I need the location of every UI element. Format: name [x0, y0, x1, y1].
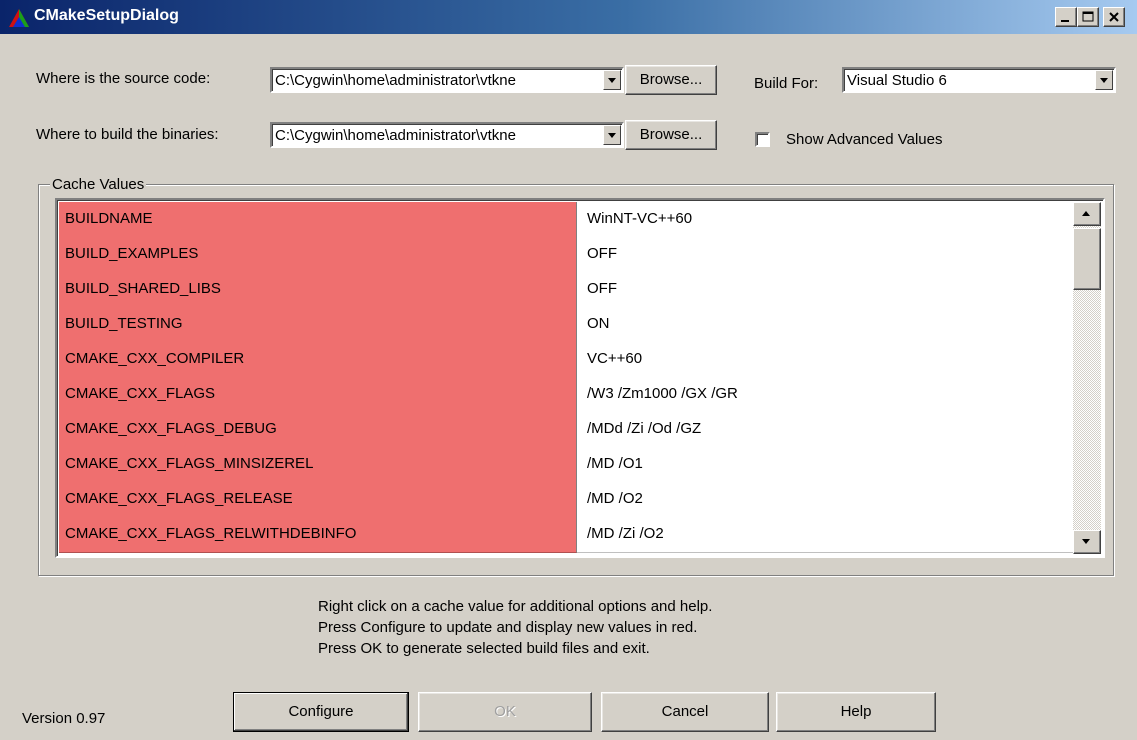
cache-value[interactable]: /MD /O2: [577, 482, 1073, 518]
cache-key: CMAKE_CXX_FLAGS_DEBUG: [59, 412, 577, 448]
minimize-button[interactable]: [1055, 7, 1077, 27]
show-advanced-label: Show Advanced Values: [786, 131, 943, 148]
cache-value[interactable]: OFF: [577, 237, 1073, 273]
cache-row[interactable]: CMAKE_CXX_FLAGS /W3 /Zm1000 /GX /GR: [59, 377, 1073, 413]
cache-value[interactable]: VC++60: [577, 342, 1073, 378]
chevron-down-icon: [1100, 78, 1108, 83]
version-label: Version 0.97: [22, 710, 106, 727]
close-icon: [1109, 12, 1119, 22]
scroll-up-button[interactable]: [1073, 202, 1101, 226]
binaries-label: Where to build the binaries:: [36, 126, 219, 143]
chevron-up-icon: [1082, 211, 1090, 216]
cache-value[interactable]: OFF: [577, 272, 1073, 308]
cache-row[interactable]: CMAKE_CXX_FLAGS_RELEASE /MD /O2: [59, 482, 1073, 518]
source-dropdown-button[interactable]: [603, 70, 621, 90]
source-path-combo[interactable]: C:\Cygwin\home\administrator\vtkne: [270, 67, 624, 93]
source-label: Where is the source code:: [36, 70, 211, 87]
cache-row[interactable]: BUILD_TESTING ON: [59, 307, 1073, 343]
cmake-app-icon: [9, 9, 29, 27]
build-for-select[interactable]: Visual Studio 6: [842, 67, 1116, 93]
cache-value[interactable]: /MDd /Zi /Od /GZ: [577, 412, 1073, 448]
cache-key: BUILDNAME: [59, 202, 577, 238]
help-line-1: Right click on a cache value for additio…: [318, 598, 713, 615]
cache-list-scrollbar[interactable]: [1073, 202, 1101, 554]
cache-key: CMAKE_CXX_FLAGS_RELEASE: [59, 482, 577, 518]
cancel-button[interactable]: Cancel: [601, 692, 769, 732]
maximize-button[interactable]: [1077, 7, 1099, 27]
cache-key: BUILD_EXAMPLES: [59, 237, 577, 273]
cache-value[interactable]: /MD /Zi /O2: [577, 517, 1073, 553]
scroll-thumb[interactable]: [1073, 228, 1101, 290]
cache-row[interactable]: BUILD_EXAMPLES OFF: [59, 237, 1073, 273]
build-for-dropdown-button[interactable]: [1095, 70, 1113, 90]
cache-key: CMAKE_CXX_FLAGS_MINSIZEREL: [59, 447, 577, 483]
ok-button[interactable]: OK: [418, 692, 592, 732]
help-line-2: Press Configure to update and display ne…: [318, 619, 698, 636]
cache-value[interactable]: /MD /O1: [577, 447, 1073, 483]
binaries-path-value: C:\Cygwin\home\administrator\vtkne: [275, 127, 516, 144]
show-advanced-checkbox[interactable]: [755, 132, 770, 147]
help-line-3: Press OK to generate selected build file…: [318, 640, 650, 657]
cache-value[interactable]: ON: [577, 307, 1073, 343]
build-for-value: Visual Studio 6: [847, 72, 947, 89]
cache-key: BUILD_TESTING: [59, 307, 577, 343]
cache-row[interactable]: CMAKE_CXX_COMPILER VC++60: [59, 342, 1073, 378]
cache-value[interactable]: WinNT-VC++60: [577, 202, 1073, 238]
chevron-down-icon: [608, 133, 616, 138]
window-title: CMakeSetupDialog: [34, 7, 179, 24]
cache-key: CMAKE_CXX_FLAGS_RELWITHDEBINFO: [59, 517, 577, 553]
title-bar[interactable]: CMakeSetupDialog: [0, 0, 1137, 36]
cache-key: CMAKE_CXX_FLAGS: [59, 377, 577, 413]
cache-values-group-label: Cache Values: [50, 176, 147, 193]
chevron-down-icon: [1082, 539, 1090, 544]
cache-key: CMAKE_CXX_COMPILER: [59, 342, 577, 378]
maximize-icon: [1082, 11, 1094, 22]
source-path-value: C:\Cygwin\home\administrator\vtkne: [275, 72, 516, 89]
cache-row[interactable]: BUILDNAME WinNT-VC++60: [59, 202, 1073, 238]
scroll-down-button[interactable]: [1073, 530, 1101, 554]
configure-button[interactable]: Configure: [233, 692, 409, 732]
cache-row[interactable]: CMAKE_CXX_FLAGS_DEBUG /MDd /Zi /Od /GZ: [59, 412, 1073, 448]
cache-row[interactable]: CMAKE_CXX_FLAGS_MINSIZEREL /MD /O1: [59, 447, 1073, 483]
cache-value[interactable]: /W3 /Zm1000 /GX /GR: [577, 377, 1073, 413]
build-for-label: Build For:: [754, 75, 819, 92]
binaries-dropdown-button[interactable]: [603, 125, 621, 145]
cache-row[interactable]: CMAKE_CXX_FLAGS_RELWITHDEBINFO /MD /Zi /…: [59, 517, 1073, 553]
binaries-path-combo[interactable]: C:\Cygwin\home\administrator\vtkne: [270, 122, 624, 148]
browse-binaries-button[interactable]: Browse...: [625, 120, 717, 150]
browse-source-button[interactable]: Browse...: [625, 65, 717, 95]
help-button[interactable]: Help: [776, 692, 936, 732]
cache-key: BUILD_SHARED_LIBS: [59, 272, 577, 308]
chevron-down-icon: [608, 78, 616, 83]
close-button[interactable]: [1103, 7, 1125, 27]
cache-row[interactable]: BUILD_SHARED_LIBS OFF: [59, 272, 1073, 308]
cache-values-list[interactable]: BUILDNAME WinNT-VC++60 BUILD_EXAMPLES OF…: [55, 198, 1105, 558]
minimize-icon: [1061, 20, 1069, 22]
